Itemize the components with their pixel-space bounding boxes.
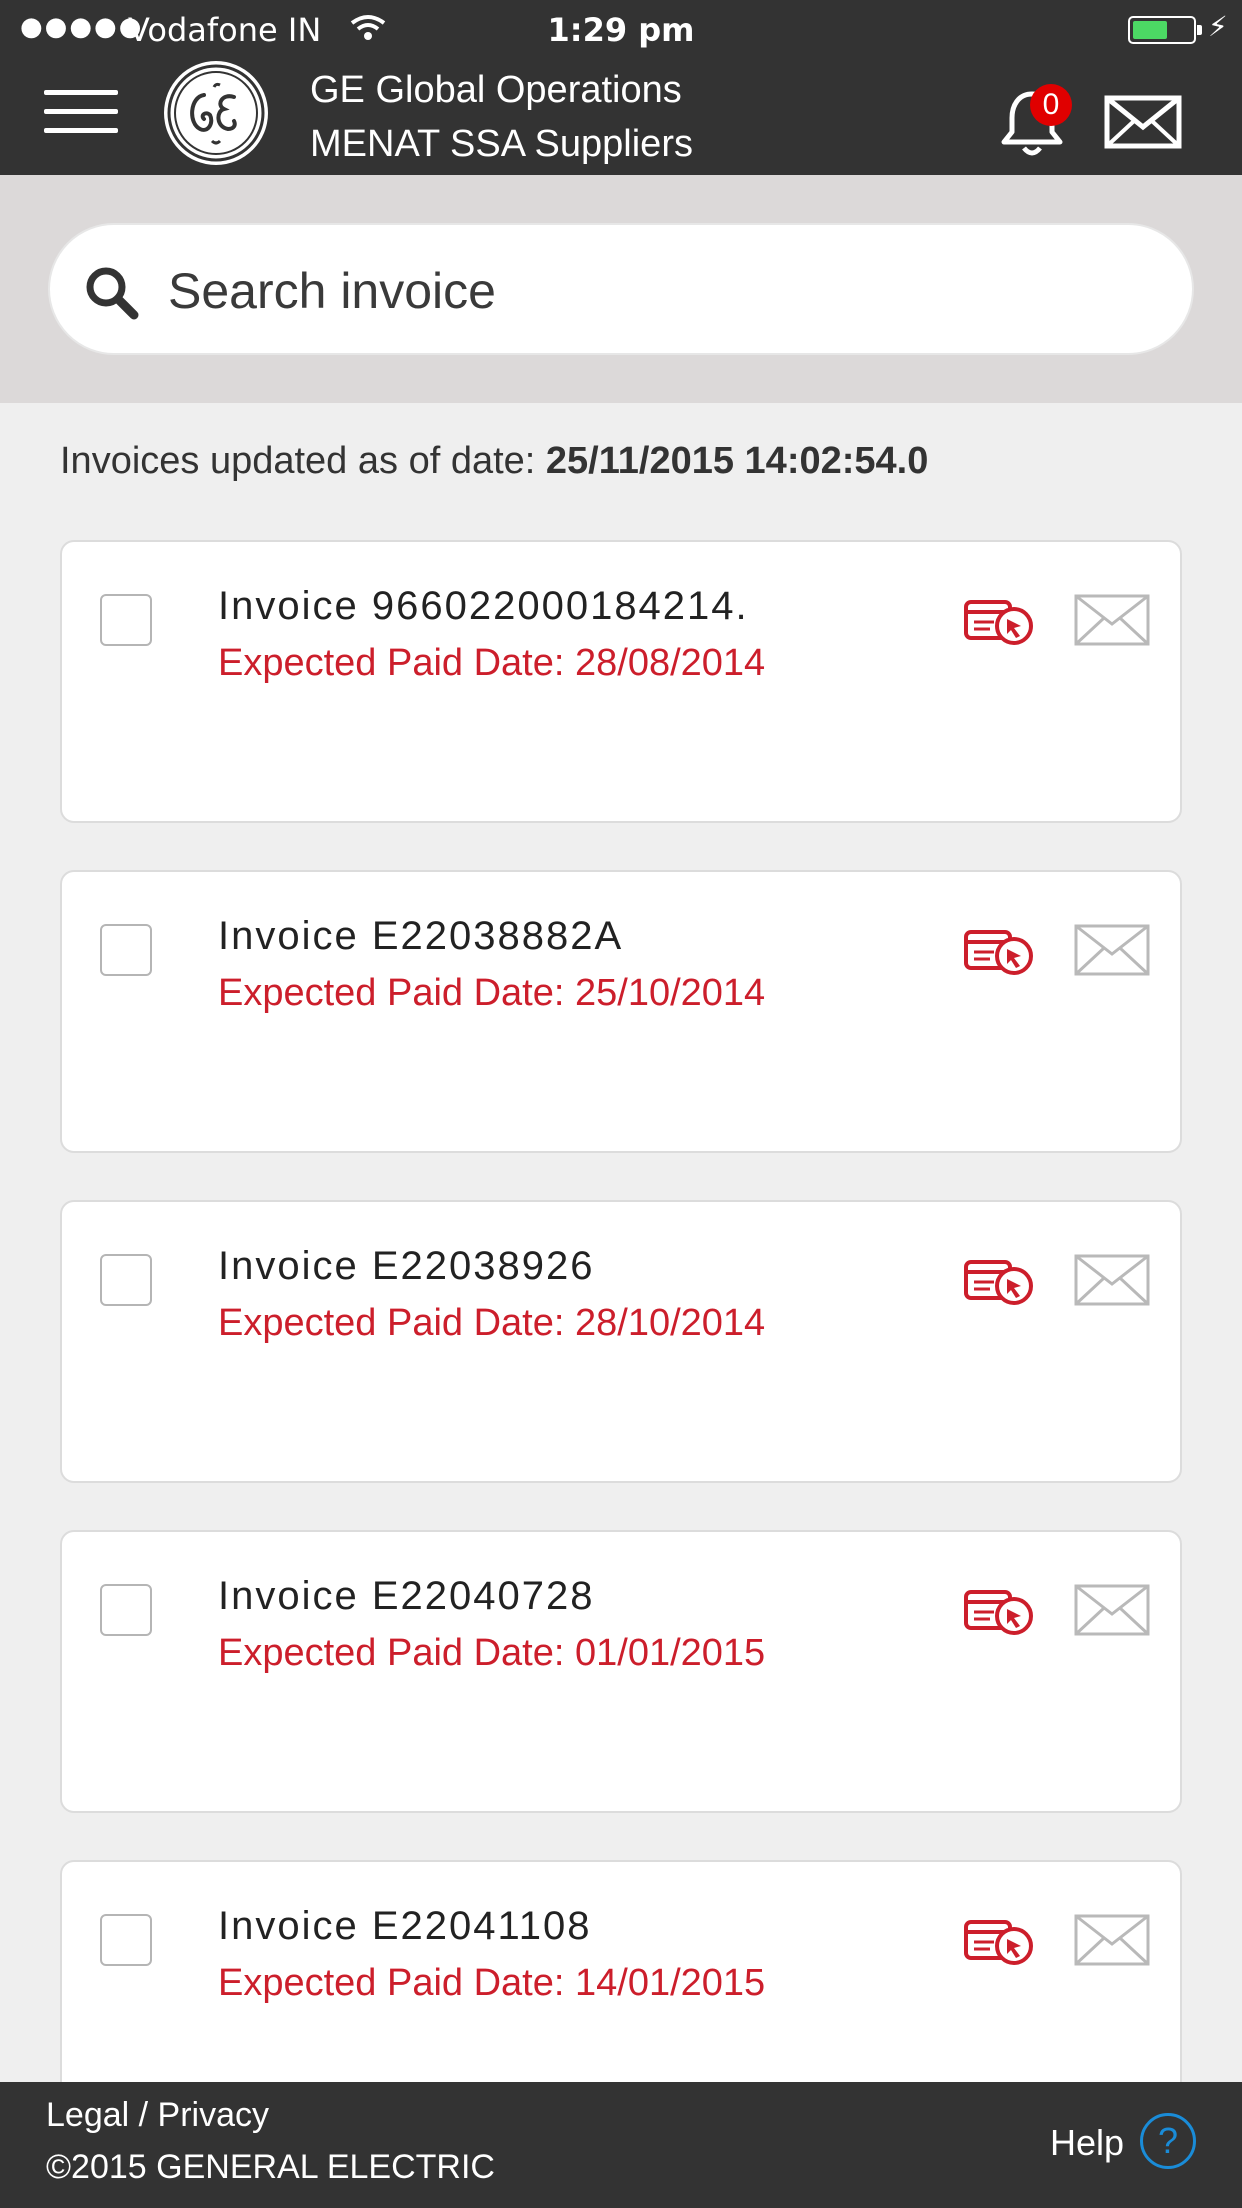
mail-icon[interactable]: [1104, 95, 1182, 149]
updated-status: Invoices updated as of date: 25/11/2015 …: [60, 440, 1200, 483]
battery-icon: [1128, 16, 1202, 44]
search-box[interactable]: [48, 223, 1194, 355]
copyright-text: ©2015 GENERAL ELECTRIC: [46, 2148, 495, 2186]
invoice-checkbox[interactable]: [100, 1254, 152, 1306]
charging-icon: ⚡: [1208, 10, 1228, 43]
invoice-expected-date: Expected Paid Date: 25/10/2014: [218, 972, 766, 1014]
invoice-list: Invoice 966022000184214. Expected Paid D…: [60, 540, 1182, 2082]
invoice-mail-icon[interactable]: [1074, 924, 1150, 976]
updated-datetime: 25/11/2015 14:02:54.0: [545, 440, 929, 482]
invoice-checkbox[interactable]: [100, 594, 152, 646]
invoice-expected-date: Expected Paid Date: 28/08/2014: [218, 642, 766, 684]
invoice-expected-date: Expected Paid Date: 01/01/2015: [218, 1632, 766, 1674]
invoice-card[interactable]: Invoice 966022000184214. Expected Paid D…: [60, 540, 1182, 823]
invoice-title: Invoice E22041108: [218, 1904, 592, 1948]
payment-status-icon[interactable]: [964, 1584, 1034, 1638]
updated-label: Invoices updated as of date:: [60, 440, 546, 482]
header-title-line1: GE Global Operations: [310, 68, 682, 111]
payment-status-icon[interactable]: [964, 1914, 1034, 1968]
invoice-card[interactable]: Invoice E22040728 Expected Paid Date: 01…: [60, 1530, 1182, 1813]
help-icon[interactable]: ?: [1140, 2113, 1196, 2169]
help-label[interactable]: Help: [1050, 2122, 1124, 2164]
search-input[interactable]: [168, 253, 1148, 329]
app-header: GE Global Operations MENAT SSA Suppliers…: [0, 58, 1242, 175]
invoice-card[interactable]: Invoice E22041108 Expected Paid Date: 14…: [60, 1860, 1182, 2082]
header-title: GE Global Operations MENAT SSA Suppliers: [310, 58, 830, 175]
invoice-checkbox[interactable]: [100, 924, 152, 976]
status-time: 1:29 pm: [547, 11, 695, 49]
invoice-title: Invoice E22040728: [218, 1574, 595, 1618]
ge-logo: [164, 61, 268, 165]
search-band: [0, 175, 1242, 403]
menu-icon[interactable]: [44, 88, 118, 136]
header-title-line2: MENAT SSA Suppliers: [310, 122, 693, 165]
invoice-title: Invoice E22038926: [218, 1244, 595, 1288]
invoice-mail-icon[interactable]: [1074, 1914, 1150, 1966]
status-bar: ●●●●● Vodafone IN 1:29 pm ⚡: [0, 0, 1242, 58]
invoice-checkbox[interactable]: [100, 1914, 152, 1966]
invoice-mail-icon[interactable]: [1074, 1254, 1150, 1306]
invoice-mail-icon[interactable]: [1074, 594, 1150, 646]
invoice-expected-date: Expected Paid Date: 14/01/2015: [218, 1962, 766, 2004]
invoice-card[interactable]: Invoice E22038926 Expected Paid Date: 28…: [60, 1200, 1182, 1483]
invoice-expected-date: Expected Paid Date: 28/10/2014: [218, 1302, 766, 1344]
search-icon: [82, 263, 142, 323]
invoice-card[interactable]: Invoice E22038882A Expected Paid Date: 2…: [60, 870, 1182, 1153]
legal-privacy-link[interactable]: Legal / Privacy: [46, 2096, 269, 2135]
payment-status-icon[interactable]: [964, 924, 1034, 978]
invoice-title: Invoice E22038882A: [218, 914, 624, 958]
invoice-checkbox[interactable]: [100, 1584, 152, 1636]
footer: Legal / Privacy ©2015 GENERAL ELECTRIC H…: [0, 2082, 1242, 2208]
invoice-mail-icon[interactable]: [1074, 1584, 1150, 1636]
payment-status-icon[interactable]: [964, 1254, 1034, 1308]
notification-badge: 0: [1030, 84, 1072, 126]
invoice-title: Invoice 966022000184214.: [218, 584, 749, 628]
payment-status-icon[interactable]: [964, 594, 1034, 648]
